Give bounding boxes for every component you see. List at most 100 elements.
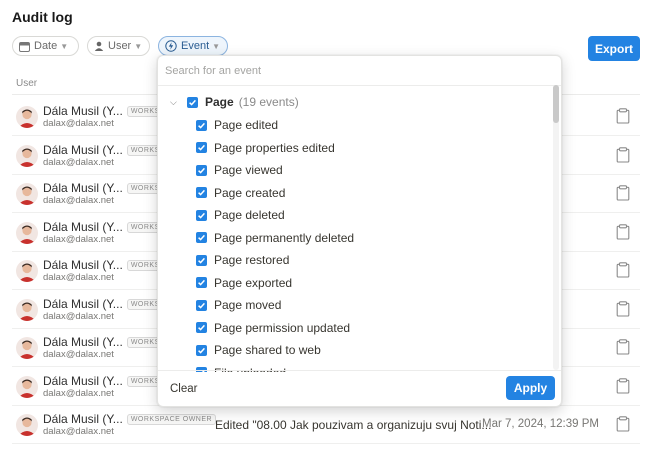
dropdown-scrollbar-thumb[interactable] [553, 85, 559, 123]
avatar [16, 414, 38, 436]
event-option[interactable]: Page permanently deleted [196, 228, 354, 248]
checkbox-checked[interactable] [196, 254, 207, 266]
avatar [16, 106, 38, 128]
event-option-label: Page edited [214, 118, 279, 132]
user-name-text: Dála Musil (Y... [43, 335, 123, 349]
event-list[interactable]: ⌵ Page (19 events) Page edited Page prope… [158, 87, 561, 372]
user-name-text: Dála Musil (Y... [43, 296, 123, 311]
user-name-text: Dála Musil (Y... [43, 412, 123, 426]
user-email: dalax@dalax.net [43, 233, 114, 245]
event-option-label: Page properties edited [214, 140, 335, 155]
event-group-count: (19 events) [238, 95, 299, 109]
role-badge: WORKSPACE OWNER [126, 414, 217, 425]
event-filter-button[interactable]: Event ▼ [158, 36, 228, 56]
checkbox-checked[interactable] [196, 164, 207, 176]
event-option[interactable]: Page shared to web [196, 340, 321, 360]
event-option[interactable]: Page viewed [196, 160, 283, 180]
event-option-label: Page deleted [214, 208, 285, 222]
chevron-down-icon: ▼ [60, 41, 69, 51]
copy-icon[interactable] [616, 108, 630, 124]
clear-button[interactable]: Clear [170, 383, 197, 395]
user-name-text: Dála Musil (Y... [43, 219, 123, 234]
event-search-bar [158, 56, 561, 86]
checkbox-checked[interactable] [196, 299, 207, 311]
event-option-label: Page viewed [214, 163, 283, 177]
chevron-down-icon[interactable]: ⌵ [170, 97, 182, 108]
user-email: dalax@dalax.net [43, 156, 114, 168]
calendar-icon [19, 41, 30, 52]
user-filter-button[interactable]: User ▼ [87, 36, 150, 56]
checkbox-checked[interactable] [196, 322, 207, 333]
user-name-text: Dála Musil (Y... [43, 258, 123, 272]
event-option-label: Page permission updated [214, 320, 351, 335]
avatar [16, 144, 38, 167]
checkbox-checked[interactable] [196, 119, 207, 131]
user-name-text: Dála Musil (Y... [43, 373, 123, 388]
column-header-user: User [16, 78, 38, 89]
event-timestamp: Mar 7, 2024, 12:39 PM [482, 418, 599, 430]
event-option[interactable]: Page exported [196, 273, 292, 293]
event-option-label: Page shared to web [214, 343, 321, 357]
event-filter-dropdown: ⌵ Page (19 events) Page edited Page prope… [157, 55, 562, 407]
copy-icon[interactable] [616, 223, 630, 240]
avatar [16, 260, 38, 282]
copy-icon[interactable] [616, 300, 630, 317]
event-option-label: Page moved [214, 298, 282, 312]
checkbox-checked[interactable] [196, 232, 207, 243]
copy-icon[interactable] [616, 377, 630, 394]
event-option[interactable]: Page properties edited [196, 138, 335, 158]
checkbox-checked[interactable] [196, 142, 207, 153]
event-option[interactable]: Page moved [196, 295, 281, 315]
export-button[interactable]: Export [588, 36, 640, 61]
event-option[interactable]: Page restored [196, 250, 289, 270]
copy-icon[interactable] [616, 416, 630, 432]
event-option-label: Page exported [214, 275, 293, 290]
user-email: dalax@dalax.net [43, 310, 114, 322]
dropdown-scrollbar-track[interactable] [553, 85, 559, 370]
event-option[interactable]: Page deleted [196, 205, 285, 225]
event-option[interactable]: Page edited [196, 115, 278, 135]
user-email: dalax@dalax.net [43, 272, 114, 283]
date-filter-button[interactable]: Date ▼ [12, 36, 79, 56]
user-email: dalax@dalax.net [43, 387, 114, 399]
user-email: dalax@dalax.net [43, 349, 114, 360]
user-name-text: Dála Musil (Y... [43, 104, 123, 118]
checkbox-checked[interactable] [196, 209, 207, 221]
event-option-label: Page restored [214, 253, 290, 267]
page-title: Audit log [12, 9, 73, 25]
apply-button[interactable]: Apply [506, 376, 555, 400]
user-email: dalax@dalax.net [43, 195, 114, 206]
event-search-input[interactable] [165, 65, 554, 77]
dropdown-footer: Clear Apply [158, 370, 561, 406]
user-name: Dála Musil (Y...WORKSPACE OWNER [43, 412, 217, 426]
copy-icon[interactable] [616, 262, 630, 278]
user-filter-label: User [108, 40, 132, 52]
user-name-text: Dála Musil (Y... [43, 181, 123, 195]
lightning-icon [165, 40, 177, 52]
chevron-down-icon: ▼ [212, 41, 221, 51]
avatar [16, 221, 38, 244]
chevron-down-icon: ▼ [134, 41, 143, 51]
event-group-page[interactable]: ⌵ Page (19 events) [170, 92, 299, 112]
table-row[interactable]: Dála Musil (Y...WORKSPACE OWNERdalax@dal… [12, 405, 640, 444]
user-email: dalax@dalax.net [43, 426, 114, 437]
copy-icon[interactable] [616, 146, 630, 163]
checkbox-checked[interactable] [196, 187, 207, 198]
event-group-label: Page [205, 95, 234, 109]
checkbox-checked[interactable] [196, 277, 207, 288]
avatar [16, 375, 38, 398]
checkbox-checked[interactable] [196, 344, 207, 356]
event-option[interactable]: Page created [196, 183, 285, 203]
date-filter-label: Date [34, 40, 58, 52]
event-option-label: Page permanently deleted [214, 230, 355, 245]
copy-icon[interactable] [616, 185, 630, 201]
checkbox-checked[interactable] [187, 96, 198, 108]
avatar [16, 183, 38, 205]
event-option[interactable]: Page permission updated [196, 318, 350, 338]
avatar [16, 298, 38, 321]
event-option-label: Page created [214, 185, 286, 200]
event-description: Edited "08.00 Jak pouzivam a organizuju … [215, 418, 492, 432]
copy-icon[interactable] [616, 339, 630, 355]
user-email: dalax@dalax.net [43, 118, 114, 129]
event-filter-label: Event [181, 40, 210, 52]
